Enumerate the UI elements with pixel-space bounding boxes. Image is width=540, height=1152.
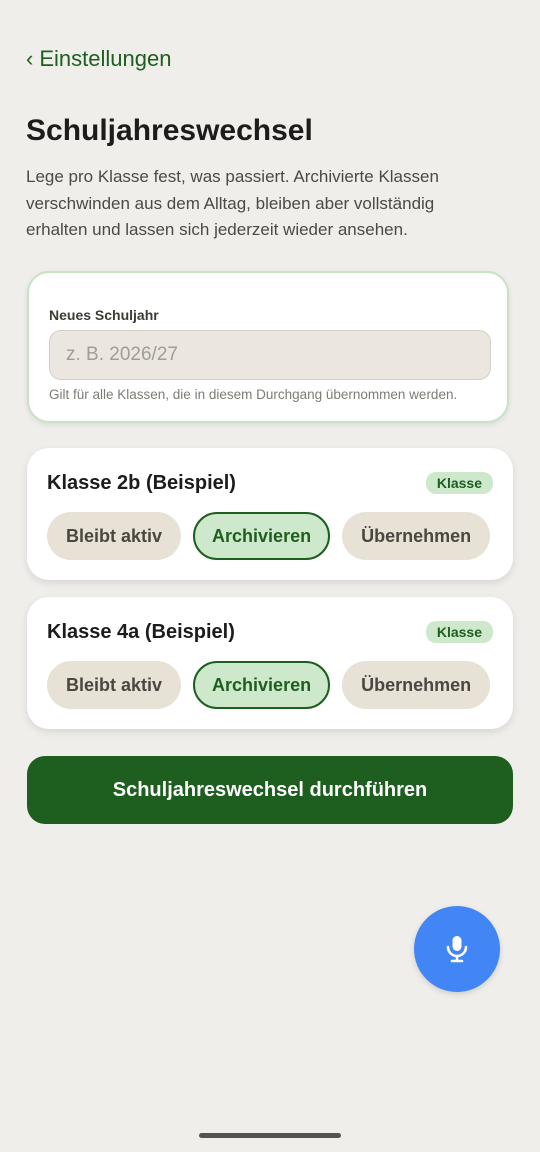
option-carry-over[interactable]: Übernehmen (342, 512, 491, 560)
school-year-hint: Gilt für alle Klassen, die in diesem Dur… (49, 387, 458, 402)
school-year-input[interactable] (49, 330, 491, 380)
perform-school-year-change-button[interactable]: Schuljahreswechsel durchführen (27, 756, 513, 824)
back-link[interactable]: ‹ Einstellungen (26, 46, 171, 72)
option-keep-active[interactable]: Bleibt aktiv (47, 661, 182, 709)
class-badge: Klasse (425, 472, 493, 494)
class-action-options: Bleibt aktiv Archivieren Übernehmen (47, 512, 491, 560)
class-badge: Klasse (425, 621, 493, 643)
option-carry-over[interactable]: Übernehmen (342, 661, 491, 709)
option-archive[interactable]: Archivieren (193, 661, 331, 709)
class-action-options: Bleibt aktiv Archivieren Übernehmen (47, 661, 491, 709)
class-card: Klasse 2b (Beispiel) Klasse Bleibt aktiv… (27, 448, 513, 580)
school-year-card: Neues Schuljahr Gilt für alle Klassen, d… (27, 271, 509, 423)
page-title: Schuljahreswechsel (26, 114, 313, 147)
class-name: Klasse 4a (Beispiel) (47, 621, 235, 643)
option-keep-active[interactable]: Bleibt aktiv (47, 512, 182, 560)
school-year-change-screen: ‹ Einstellungen Schuljahreswechsel Lege … (0, 0, 540, 1152)
microphone-icon (446, 936, 468, 963)
class-card: Klasse 4a (Beispiel) Klasse Bleibt aktiv… (27, 597, 513, 729)
back-link-label: Einstellungen (39, 46, 172, 71)
chevron-left-icon: ‹ (26, 46, 34, 71)
class-name: Klasse 2b (Beispiel) (47, 472, 236, 494)
home-indicator[interactable] (199, 1133, 341, 1138)
option-archive[interactable]: Archivieren (193, 512, 331, 560)
voice-input-button[interactable] (414, 906, 500, 992)
school-year-label: Neues Schuljahr (49, 307, 159, 323)
page-description: Lege pro Klasse fest, was passiert. Arch… (26, 167, 439, 239)
